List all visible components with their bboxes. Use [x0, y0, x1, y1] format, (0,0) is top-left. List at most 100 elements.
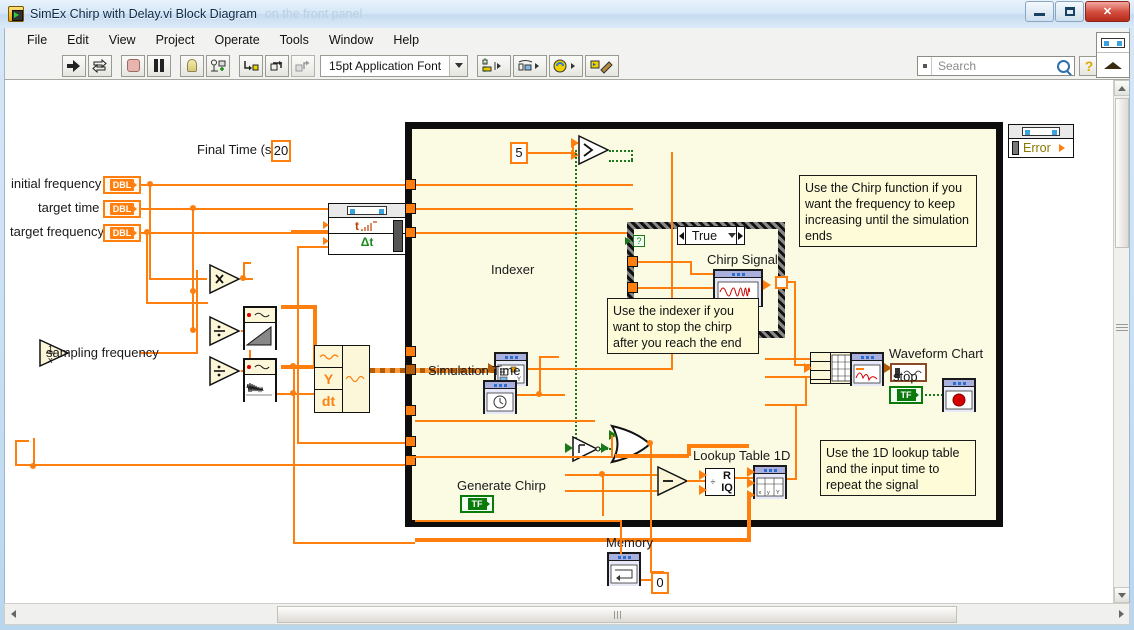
hscroll-thumb[interactable]: [277, 606, 957, 623]
indexer-header: [496, 354, 526, 361]
case-tunnel-1[interactable]: [627, 256, 638, 267]
chevron-down-icon: [454, 63, 463, 68]
block-diagram-canvas[interactable]: initial frequency DBL target time DBL ta…: [4, 80, 1130, 603]
highlight-execution-button[interactable]: [180, 54, 204, 77]
build-waveform-node[interactable]: Y dt: [314, 345, 370, 413]
reorder-button[interactable]: [549, 54, 584, 77]
pause-button[interactable]: [147, 54, 171, 77]
context-help-diagram-icon[interactable]: [1097, 33, 1129, 53]
constant-final-time[interactable]: 20: [271, 140, 291, 162]
align-objects-icon: [482, 57, 502, 74]
wire-segment: [297, 246, 299, 444]
scroll-down-button[interactable]: [1114, 587, 1129, 603]
build-waveform-icon-row: [315, 346, 342, 368]
terminal-target-time[interactable]: DBL: [103, 200, 141, 218]
constant-threshold[interactable]: 5: [510, 142, 528, 164]
loop-tunnel-dt[interactable]: [405, 346, 416, 357]
loop-tunnel-sampling[interactable]: [405, 436, 416, 447]
run-continuously-button[interactable]: [88, 54, 112, 77]
halt-simulation-node[interactable]: [942, 378, 976, 412]
canvas-vertical-scrollbar[interactable]: [1113, 80, 1129, 603]
menu-item-project[interactable]: Project: [146, 31, 205, 49]
scroll-left-button[interactable]: [5, 605, 21, 623]
step-out-button[interactable]: [291, 54, 315, 77]
scroll-up-button[interactable]: [1114, 80, 1129, 96]
menu-item-window[interactable]: Window: [319, 31, 383, 49]
font-dropdown-button[interactable]: [449, 55, 468, 76]
menu-item-help[interactable]: Help: [383, 31, 429, 49]
cleanup-diagram-button[interactable]: [585, 54, 620, 77]
case-prev-button[interactable]: [678, 227, 686, 244]
step-into-button[interactable]: [239, 54, 263, 77]
quotient-remainder-node[interactable]: ÷ R IQ: [705, 468, 735, 496]
simtime-waveform-header: [852, 354, 882, 361]
not-node[interactable]: [571, 435, 601, 463]
build-array-inputs: [811, 353, 831, 383]
loop-tunnel-waveform[interactable]: [405, 364, 416, 375]
case-tunnel-2[interactable]: [627, 282, 638, 293]
case-tunnel-output[interactable]: [775, 276, 788, 289]
wire-segment: [243, 262, 251, 264]
font-selector[interactable]: 15pt Application Font: [320, 54, 469, 77]
vscroll-thumb[interactable]: [1115, 98, 1129, 248]
menu-item-edit[interactable]: Edit: [57, 31, 99, 49]
wire-segment: [196, 270, 198, 354]
terminal-initial-frequency[interactable]: DBL: [103, 176, 141, 194]
qr-operator-symbols: ÷: [706, 476, 720, 488]
align-objects-button[interactable]: [477, 54, 512, 77]
loop-tunnel-target-frequency[interactable]: [405, 227, 416, 238]
divide-node-1[interactable]: [208, 315, 242, 347]
sim-time-header: [485, 382, 515, 389]
wire-segment: [146, 302, 208, 304]
svg-text:x: x: [759, 490, 762, 496]
loop-tunnel-initial-frequency[interactable]: [405, 179, 416, 190]
terminal-stop[interactable]: TF: [889, 386, 923, 404]
menu-item-operate[interactable]: Operate: [204, 31, 269, 49]
menu-item-view[interactable]: View: [99, 31, 146, 49]
label-final-time: Final Time (s): [197, 142, 276, 157]
error-indicator-node[interactable]: Error: [1008, 124, 1074, 158]
lookup-table-icon: x y Y: [756, 477, 784, 496]
menu-item-tools[interactable]: Tools: [270, 31, 319, 49]
canvas-horizontal-scrollbar[interactable]: [4, 603, 1130, 625]
case-dropdown-button[interactable]: [728, 233, 736, 238]
case-selector[interactable]: True: [677, 226, 745, 245]
memory-node[interactable]: [607, 552, 641, 586]
close-button[interactable]: ✕: [1085, 1, 1130, 22]
graduation-cap-icon[interactable]: [1097, 53, 1129, 77]
simulation-time-node[interactable]: [483, 380, 517, 414]
subtract-node[interactable]: [656, 465, 690, 497]
case-next-button[interactable]: [736, 227, 744, 244]
terminal-arrow-icon: [485, 500, 490, 508]
search-mode-button[interactable]: [918, 57, 932, 75]
case-selector-terminal[interactable]: ?: [633, 235, 645, 247]
lookup-table-node[interactable]: x y Y: [753, 465, 787, 499]
sim-params-scrollbar[interactable]: [393, 220, 403, 252]
abort-execution-button[interactable]: [121, 54, 145, 77]
distribute-objects-button[interactable]: [513, 54, 548, 77]
comment-lookup-table[interactable]: Use the 1D lookup table and the input ti…: [820, 440, 976, 496]
comment-indexer[interactable]: Use the indexer if you want to stop the …: [607, 298, 759, 354]
menu-item-file[interactable]: File: [17, 31, 57, 49]
terminal-generate-chirp[interactable]: TF: [460, 495, 494, 513]
loop-tunnel-final-time[interactable]: [405, 405, 416, 416]
loop-tunnel-target-time[interactable]: [405, 203, 416, 214]
chirp-pattern-vi[interactable]: [243, 358, 277, 402]
multiply-node[interactable]: [208, 263, 242, 295]
ramp-pattern-vi[interactable]: [243, 306, 277, 350]
minimize-button[interactable]: [1025, 1, 1054, 22]
search-box[interactable]: Search: [917, 56, 1075, 76]
maximize-button[interactable]: [1055, 1, 1084, 22]
run-button[interactable]: [62, 54, 86, 77]
constant-memory-init[interactable]: 0: [651, 572, 669, 594]
terminal-target-frequency[interactable]: DBL: [103, 224, 141, 242]
comment-chirp-function[interactable]: Use the Chirp function if you want the f…: [799, 175, 977, 247]
terminal-type-dbl: DBL: [109, 227, 135, 239]
scroll-right-button[interactable]: [1113, 605, 1129, 623]
greater-than-node[interactable]: [577, 134, 611, 166]
boolean-wire-segment: [631, 150, 633, 160]
search-input[interactable]: Search: [932, 59, 1057, 73]
retain-wire-values-button[interactable]: [206, 54, 230, 77]
step-over-button[interactable]: [265, 54, 289, 77]
divide-node-2[interactable]: [208, 355, 242, 387]
